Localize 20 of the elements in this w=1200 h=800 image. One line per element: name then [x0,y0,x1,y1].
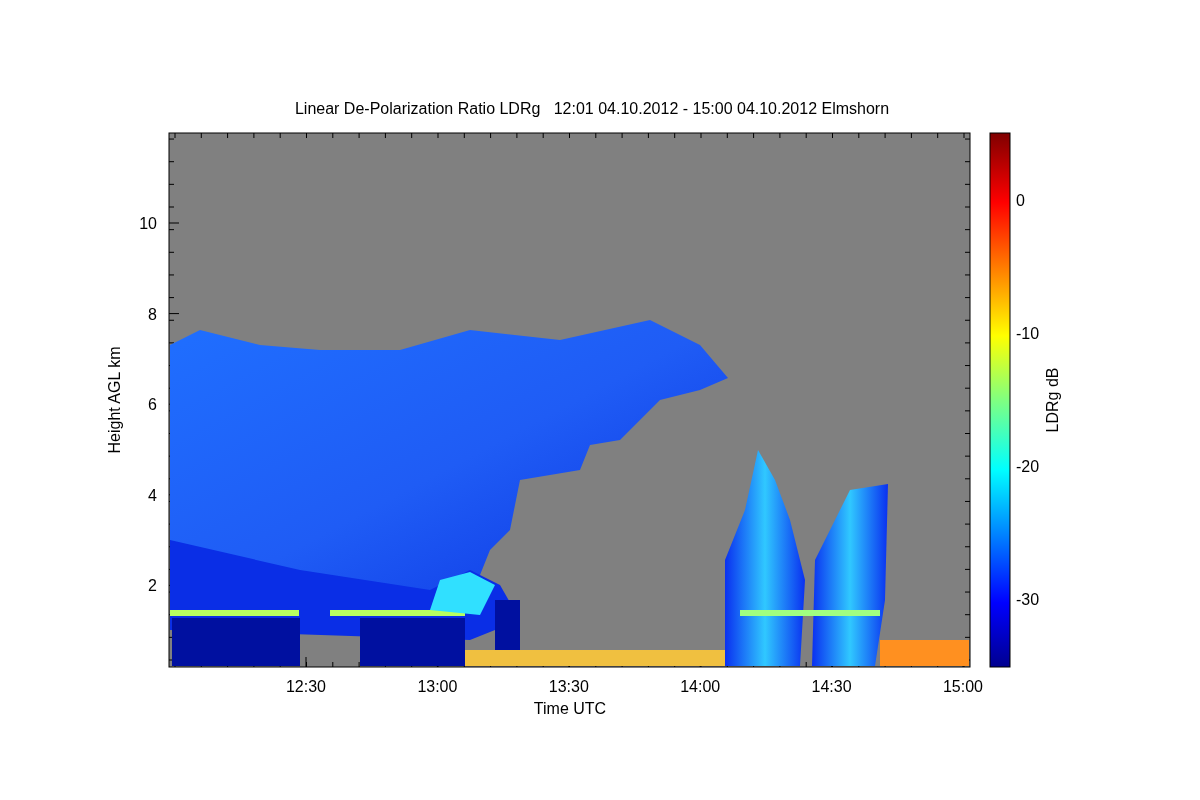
colorbar-tick-label: -20 [1016,458,1040,475]
y-tick-label: 4 [148,486,157,504]
colorbar-tick-label: -10 [1016,325,1040,342]
y-tick-label: 10 [139,215,157,232]
y-tick-label: 8 [148,305,157,323]
y-tick-label: 2 [148,577,157,595]
y-tick-label: 6 [148,396,157,414]
colorbar-tick-label: -30 [1016,591,1040,608]
y-axis-label: Height AGL km [106,346,123,454]
colorbar-tick-label: 0 [1016,192,1025,209]
x-tick-label: 12:30 [286,678,326,695]
plot-title: Linear De-Polarization Ratio LDRg 12:01 04.10.2012 - 15:00 04.10.2012 Elmshorn [294,100,890,117]
colorbar-label: LDRg dB [1044,367,1061,433]
x-tick-label: 15:00 [943,678,983,695]
x-tick-label: 14:00 [680,678,721,695]
x-tick-label: 13:00 [417,678,458,695]
cloud-top-region [430,572,495,615]
x-axis-label: Time UTC [533,700,607,717]
x-tick-label: 13:30 [548,678,589,695]
x-tick-label: 14:30 [811,678,852,695]
